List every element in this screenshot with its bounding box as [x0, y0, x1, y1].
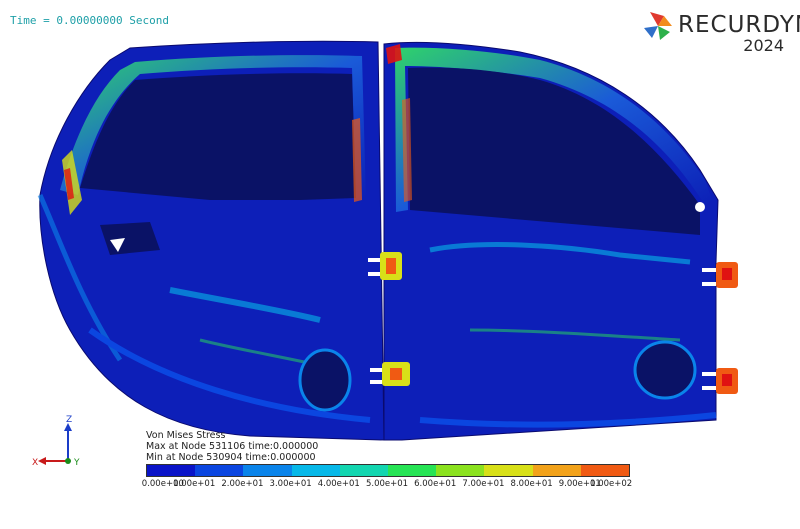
left-door[interactable]	[37, 40, 385, 441]
y-axis-dot	[65, 458, 71, 464]
stress-contour-model-view[interactable]	[0, 0, 800, 529]
right-window-hole	[695, 202, 705, 212]
right-door[interactable]	[383, 41, 719, 441]
max-node-label: Max at Node 531106 time:0.000000	[146, 441, 319, 452]
legend-tick-label: 5.00e+01	[365, 479, 409, 489]
result-info: Von Mises Stress Max at Node 531106 time…	[146, 430, 318, 463]
contour-legend-ticks: 0.00e+00 1.00e+01 2.00e+01 3.00e+01 4.00e+01…	[142, 476, 632, 490]
legend-swatch	[484, 465, 533, 476]
y-axis-label: Y	[73, 458, 80, 468]
x-axis-label: X	[32, 458, 38, 468]
legend-swatch	[291, 465, 340, 476]
right-door-speaker-cutout	[633, 340, 697, 400]
legend-swatch	[243, 465, 292, 476]
legend-tick-label: 2.00e+01	[221, 479, 264, 489]
legend-swatch	[147, 465, 196, 476]
legend-swatch	[339, 465, 389, 476]
axis-triad: Z X Y	[32, 415, 80, 468]
legend-tick-label: 1.00e+01	[173, 479, 216, 489]
left-door-speaker-cutout	[298, 348, 352, 412]
legend-tick-label: 1.00e+02	[590, 479, 633, 489]
legend-tick-label: 6.00e+01	[414, 479, 457, 489]
legend-tick-label: 4.00e+01	[317, 479, 360, 489]
legend-swatch	[388, 465, 437, 476]
legend-swatch	[195, 465, 244, 476]
z-axis-label: Z	[66, 415, 72, 425]
min-node-label: Min at Node 530904 time:0.000000	[146, 452, 316, 463]
legend-tick-label: 3.00e+01	[269, 479, 312, 489]
legend-swatch	[436, 465, 485, 476]
legend-tick-label: 8.00e+01	[510, 479, 553, 489]
left-door-cutout	[100, 222, 160, 255]
legend-tick-label: 7.00e+01	[462, 479, 505, 489]
legend-swatch	[580, 465, 630, 476]
result-type-label: Von Mises Stress	[146, 430, 226, 441]
legend-swatch	[532, 465, 581, 476]
